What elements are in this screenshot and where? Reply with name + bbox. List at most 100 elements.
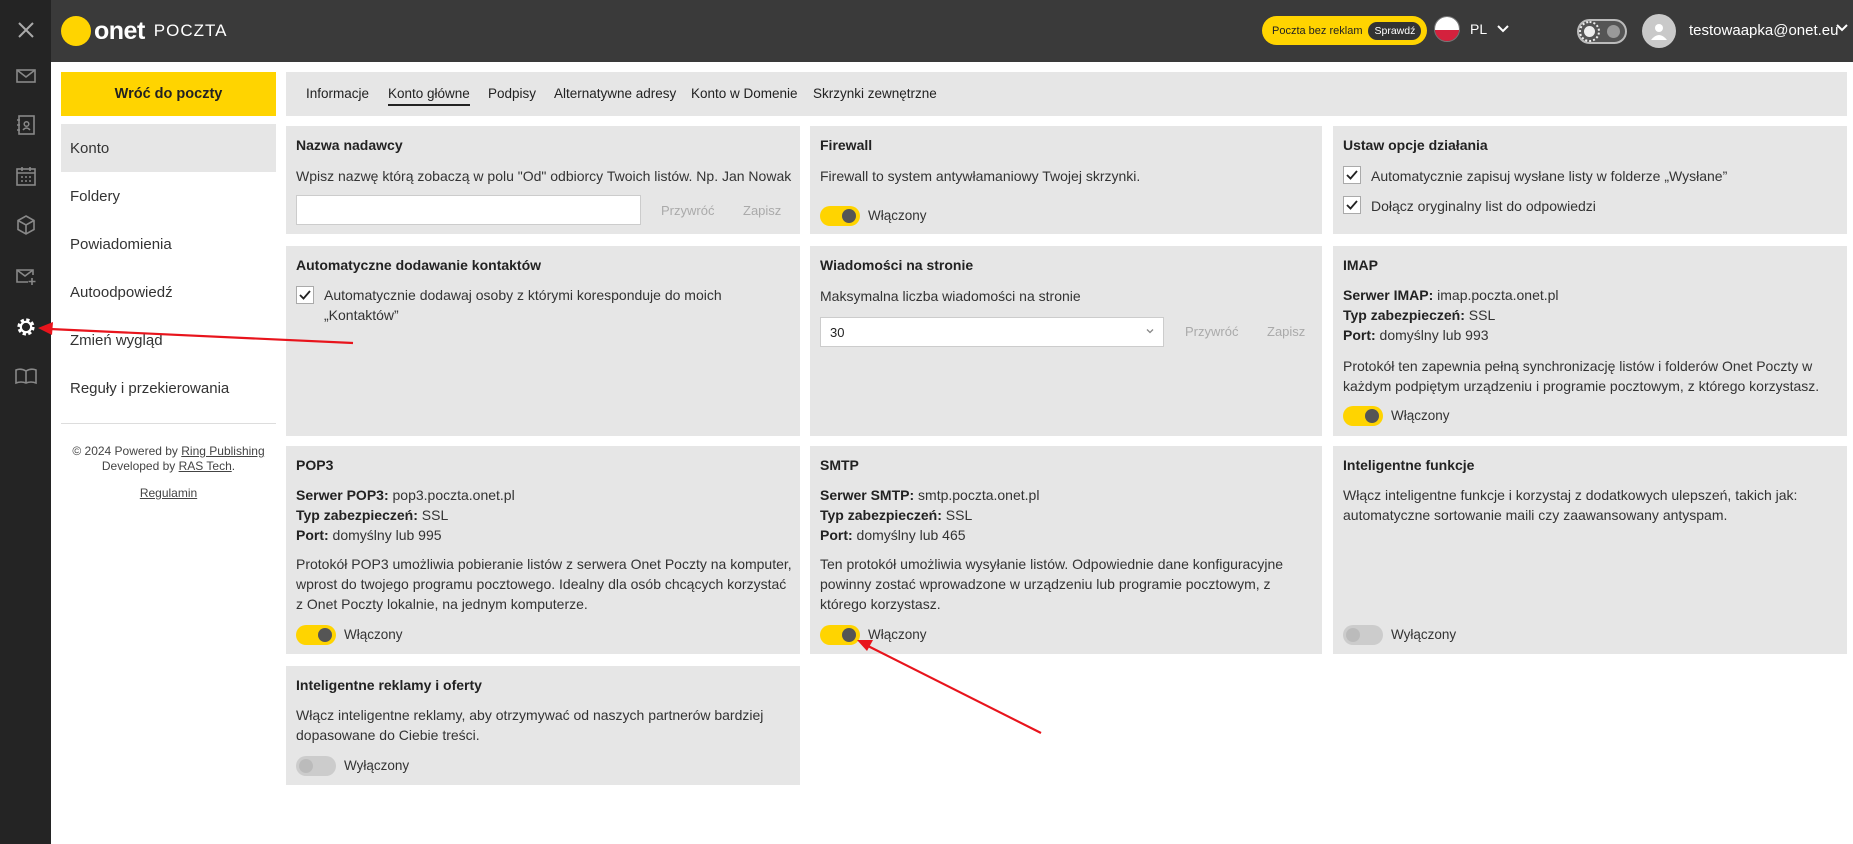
logo-dot-icon [61,16,91,46]
pop3-security-value: SSL [417,507,449,523]
sidebar-item-folders[interactable]: Foldery [61,172,276,220]
book-icon[interactable] [0,356,51,396]
promo-text: Poczta bez reklam [1272,24,1363,37]
compose-mail-icon[interactable] [0,256,51,296]
settings-sidebar: Wróć do poczty Konto Foldery Powiadomien… [51,62,286,844]
smtp-description-line2: powinny zostać wprowadzone w urządzeniu … [820,576,1271,592]
pop3-server-value: pop3.poczta.onet.pl [388,487,515,503]
pop3-card: POP3 Serwer POP3: pop3.poczta.onet.pl Ty… [286,446,800,654]
footer-developed-by: Developed by [101,459,179,473]
smart-ads-toggle[interactable] [296,756,336,776]
card-title: POP3 [296,457,334,473]
sidebar-item-notifications[interactable]: Powiadomienia [61,220,276,268]
sender-name-input[interactable] [296,195,641,225]
card-title: IMAP [1343,257,1378,273]
tab-external-mailboxes[interactable]: Skrzynki zewnętrzne [813,86,937,104]
moon-icon [1607,25,1620,38]
avatar[interactable] [1642,14,1676,48]
language-selector[interactable]: PL [1434,16,1509,42]
imap-port-value: domyślny lub 993 [1375,327,1489,343]
toggle-label: Włączony [868,208,927,223]
ads-description: Włącz inteligentne reklamy, aby otrzymyw… [296,705,763,745]
ras-tech-link[interactable]: RAS Tech [179,459,232,473]
ring-publishing-link[interactable]: Ring Publishing [181,444,264,458]
calendar-icon[interactable] [0,156,51,196]
theme-toggle[interactable] [1577,19,1627,44]
icon-rail [0,0,51,844]
action-options-card: Ustaw opcje działania Automatycznie zapi… [1333,126,1847,234]
package-icon[interactable] [0,205,51,245]
onet-poczta-logo[interactable]: onet POCZTA [61,16,227,46]
card-description: Wpisz nazwę którą zobaczą w polu "Od" od… [296,168,792,184]
footer-period: . [231,459,236,473]
smart-description: Włącz inteligentne funkcje i korzystaj z… [1343,485,1797,525]
user-menu-chevron-icon[interactable] [1836,24,1848,32]
imap-security-label: Typ zabezpieczeń: [1343,307,1465,323]
smart-ads-card: Inteligentne reklamy i oferty Włącz inte… [286,666,800,785]
card-title: Automatyczne dodawanie kontaktów [296,257,542,273]
smart-description-line1: Włącz inteligentne funkcje i korzystaj z… [1343,487,1798,503]
smart-description-line2: automatyczne sortowanie maili czy zaawan… [1343,507,1728,523]
toggle-label: Wyłączony [344,758,410,773]
pop3-toggle[interactable] [296,625,336,645]
logo-brand: onet [94,16,145,45]
checkmark-icon [299,290,311,300]
save-sent-checkbox[interactable] [1343,166,1361,184]
sender-restore-button[interactable]: Przywróć [661,203,714,218]
contacts-icon[interactable] [0,105,51,145]
card-title: Nazwa nadawcy [296,137,403,153]
tab-alternative-addresses[interactable]: Alternatywne adresy [554,86,676,104]
sidebar-item-autoreply[interactable]: Autoodpowiedź [61,268,276,316]
poland-flag-icon [1434,16,1460,42]
smtp-toggle[interactable] [820,625,860,645]
tab-domain-account[interactable]: Konto w Domenie [691,86,798,104]
close-icon[interactable] [0,10,51,50]
sidebar-item-rules[interactable]: Reguły i przekierowania [61,364,276,412]
chevron-down-icon [1146,329,1154,334]
messages-restore-button[interactable]: Przywróć [1185,324,1238,339]
mail-icon[interactable] [0,56,51,96]
pop3-description: Protokół POP3 umożliwia pobieranie listó… [296,554,792,614]
card-description: Firewall to system antywłamaniowy Twojej… [820,168,1141,184]
card-title: Inteligentne funkcje [1343,457,1475,473]
card-title: Wiadomości na stronie [820,257,974,273]
card-title: Inteligentne reklamy i oferty [296,677,482,693]
settings-gear-icon[interactable] [0,307,51,347]
sidebar-item-account[interactable]: Konto [61,124,276,172]
attach-original-label: Dołącz oryginalny list do odpowiedzi [1371,198,1596,214]
sidebar-item-appearance[interactable]: Zmień wygląd [61,316,276,364]
messages-per-page-card: Wiadomości na stronie Maksymalna liczba … [810,246,1322,436]
imap-toggle[interactable] [1343,406,1383,426]
chevron-down-icon [1497,25,1509,33]
select-value: 30 [830,324,845,340]
smtp-port-value: domyślny lub 465 [852,527,966,543]
attach-original-checkbox[interactable] [1343,196,1361,214]
user-icon [1651,24,1667,40]
card-title: Ustaw opcje działania [1343,137,1488,153]
ads-description-line2: dopasowane do Ciebie treści. [296,727,480,743]
firewall-toggle[interactable] [820,206,860,226]
tab-info[interactable]: Informacje [306,86,369,104]
tab-main-account[interactable]: Konto główne [388,86,470,106]
tab-signatures[interactable]: Podpisy [488,86,536,104]
terms-link[interactable]: Regulamin [140,486,197,501]
ad-free-promo[interactable]: Poczta bez reklam Sprawdź [1262,16,1428,45]
top-bar: onet POCZTA Poczta bez reklam Sprawdź PL… [51,0,1853,62]
smart-features-card: Inteligentne funkcje Włącz inteligentne … [1333,446,1847,654]
pop3-server-label: Serwer POP3: [296,487,389,503]
toggle-label: Włączony [1391,408,1450,423]
toggle-label: Włączony [344,627,403,642]
sender-save-button[interactable]: Zapisz [743,203,781,218]
messages-save-button[interactable]: Zapisz [1267,324,1305,339]
pop3-description-line1: Protokół POP3 umożliwia pobieranie listó… [296,556,792,572]
promo-check-button[interactable]: Sprawdź [1368,21,1422,40]
card-description: Maksymalna liczba wiadomości na stronie [820,288,1081,304]
messages-per-page-select[interactable]: 30 [820,317,1164,347]
auto-contacts-label-line1: Automatycznie dodawaj osoby z którymi ko… [324,287,722,303]
auto-contacts-checkbox[interactable] [296,286,314,304]
smart-features-toggle[interactable] [1343,625,1383,645]
user-email[interactable]: testowaapka@onet.eu [1689,22,1839,39]
card-title: SMTP [820,457,859,473]
imap-server-label: Serwer IMAP: [1343,287,1434,303]
back-to-mail-button[interactable]: Wróć do poczty [61,72,276,116]
